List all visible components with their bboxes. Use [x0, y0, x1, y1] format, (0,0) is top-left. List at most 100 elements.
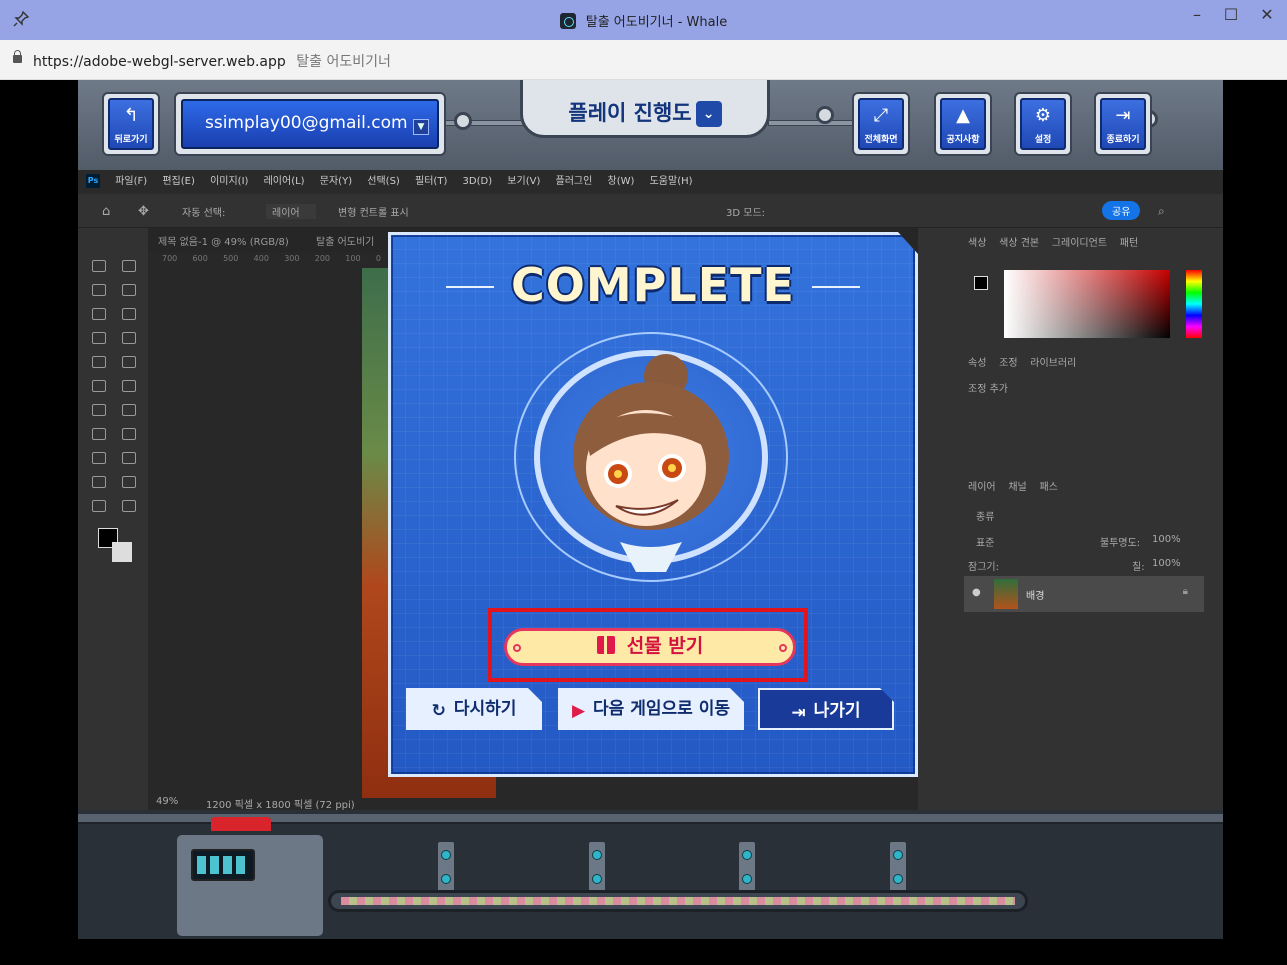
panel-tab[interactable]: 그레이디언트: [1052, 238, 1107, 249]
account-select[interactable]: ssimplay00@gmail.com ▼: [174, 92, 446, 156]
settings-button[interactable]: ⚙ 설정: [1014, 92, 1072, 156]
exit-button[interactable]: ⇥ 나가기: [758, 688, 894, 730]
pen-icon[interactable]: [122, 428, 136, 440]
history-brush-icon[interactable]: [92, 380, 106, 392]
fill-value[interactable]: 100%: [1152, 558, 1181, 569]
red-light: [211, 817, 271, 831]
ps-menu-item[interactable]: 보기(V): [507, 170, 540, 194]
eye-icon[interactable]: ●: [972, 587, 981, 598]
layer-select[interactable]: 레이어: [266, 204, 316, 219]
type-tool-icon[interactable]: [92, 452, 106, 464]
fullscreen-button[interactable]: ⤢ 전체화면: [852, 92, 910, 156]
address-bar[interactable]: https://adobe-webgl-server.web.app 탈출 어도…: [0, 40, 1287, 80]
next-game-button[interactable]: ▶ 다음 게임으로 이동: [558, 688, 744, 730]
background-color-swatch[interactable]: [112, 542, 132, 562]
play-icon: ▶: [571, 701, 586, 721]
auto-select-label[interactable]: 자동 선택:: [182, 204, 225, 219]
layer-name: 배경: [1026, 591, 1045, 602]
zoom-tool-icon[interactable]: [92, 500, 106, 512]
complete-dialog: COMPLETE 선물 받기 ↻ 다시하기 ▶ 다음 게임으로 이동 ⇥ 나가기: [388, 232, 918, 777]
game-hud: ↰ 뒤로가기 ssimplay00@gmail.com ▼ 플레이 진행도 ⌄ ⤢ 전체…: [78, 80, 1223, 170]
bucket-icon[interactable]: [92, 404, 106, 416]
close-button[interactable]: ✕: [1252, 4, 1282, 28]
ps-menu-item[interactable]: 창(W): [608, 170, 635, 194]
show-transform-label[interactable]: 변형 컨트롤 표시: [338, 204, 409, 219]
panel-tab[interactable]: 색상: [968, 238, 986, 249]
opacity-label: 불투명도:: [1100, 538, 1141, 549]
blend-mode[interactable]: 표준: [976, 534, 994, 549]
ps-toolbar: [84, 252, 144, 632]
quit-button[interactable]: ⇥ 종료하기: [1094, 92, 1152, 156]
character-illustration: [573, 354, 729, 572]
mode-3d-label: 3D 모드:: [726, 208, 766, 219]
fg-color-swatch[interactable]: [974, 276, 988, 290]
layer-filter[interactable]: 종류: [976, 508, 994, 523]
chevron-down-icon[interactable]: ⌄: [695, 101, 722, 127]
magic-wand-icon[interactable]: [122, 284, 136, 296]
hue-slider[interactable]: [1186, 270, 1202, 338]
opacity-value[interactable]: 100%: [1152, 534, 1181, 545]
lasso-tool-icon[interactable]: [92, 284, 106, 296]
home-icon[interactable]: ⌂: [102, 204, 110, 219]
panel-tab[interactable]: 레이어: [968, 482, 996, 493]
hand-tool-icon[interactable]: [122, 476, 136, 488]
ps-menu-item[interactable]: 파일(F): [115, 170, 147, 194]
machine: [174, 817, 326, 939]
notice-button[interactable]: ▲ 공지사항: [934, 92, 992, 156]
move-tool-icon[interactable]: ✥: [138, 204, 149, 219]
marquee-tool-icon[interactable]: [122, 260, 136, 272]
frame-tool-icon[interactable]: [122, 308, 136, 320]
hud-pipe: [768, 120, 858, 126]
ps-menu-item[interactable]: 편집(E): [162, 170, 195, 194]
search-icon[interactable]: ⌕: [1158, 204, 1165, 219]
gift-button[interactable]: 선물 받기: [504, 628, 796, 666]
chevron-down-icon[interactable]: ▼: [413, 119, 429, 135]
retry-icon: ↻: [431, 701, 446, 721]
panel-tab[interactable]: 패턴: [1120, 238, 1138, 249]
crop-tool-icon[interactable]: [92, 308, 106, 320]
layer-row[interactable]: ● 배경 🔒︎: [964, 576, 1204, 612]
dialog-title: COMPLETE: [511, 258, 795, 312]
browser-titlebar: 탈출 어도비기너 - Whale – ☐ ✕: [0, 0, 1287, 40]
panel-tab[interactable]: 속성: [968, 358, 986, 369]
minimize-button[interactable]: –: [1182, 4, 1212, 28]
ps-menu-item[interactable]: 플러그인: [556, 170, 593, 194]
maximize-button[interactable]: ☐: [1216, 4, 1246, 28]
doc-tab[interactable]: 탈출 어도비기: [316, 233, 374, 248]
ps-menu-item[interactable]: 선택(S): [367, 170, 400, 194]
panel-tab[interactable]: 라이브러리: [1030, 358, 1076, 369]
ps-menu-item[interactable]: 문자(Y): [320, 170, 352, 194]
photoshop-logo-icon: Ps: [86, 174, 100, 188]
retry-button[interactable]: ↻ 다시하기: [406, 688, 542, 730]
healing-icon[interactable]: [122, 332, 136, 344]
progress-label: 플레이 진행도: [568, 101, 692, 125]
doc-tab[interactable]: 제목 없음-1 @ 49% (RGB/8): [158, 233, 289, 248]
share-button[interactable]: 공유: [1102, 201, 1141, 220]
brush-icon[interactable]: [92, 356, 106, 368]
url-text[interactable]: https://adobe-webgl-server.web.app: [33, 54, 286, 70]
shape-tool-icon[interactable]: [92, 476, 106, 488]
move-tool-icon[interactable]: [92, 260, 106, 272]
lock-icon: 🔒︎: [1182, 586, 1188, 597]
progress-dropdown[interactable]: 플레이 진행도 ⌄: [520, 80, 770, 138]
ps-menu-item[interactable]: 3D(D): [463, 170, 493, 194]
blur-icon[interactable]: [122, 404, 136, 416]
color-picker-field[interactable]: [1004, 270, 1170, 338]
eraser-icon[interactable]: [122, 380, 136, 392]
path-select-icon[interactable]: [122, 452, 136, 464]
ps-menubar: Ps 파일(F) 편집(E) 이미지(I) 레이어(L) 문자(Y) 선택(S)…: [78, 170, 1223, 194]
adjust-add-label: 조정 추가: [968, 384, 1008, 395]
more-tools-icon[interactable]: [122, 500, 136, 512]
ps-menu-item[interactable]: 도움말(H): [650, 170, 693, 194]
panel-tab[interactable]: 조정: [999, 358, 1017, 369]
back-button[interactable]: ↰ 뒤로가기: [102, 92, 160, 156]
eyedropper-icon[interactable]: [92, 332, 106, 344]
panel-tab[interactable]: 채널: [1008, 482, 1026, 493]
ps-menu-item[interactable]: 이미지(I): [210, 170, 248, 194]
ps-menu-item[interactable]: 필터(T): [415, 170, 447, 194]
panel-tab[interactable]: 색상 견본: [999, 238, 1039, 249]
ps-menu-item[interactable]: 레이어(L): [264, 170, 305, 194]
stamp-icon[interactable]: [122, 356, 136, 368]
dodge-icon[interactable]: [92, 428, 106, 440]
panel-tab[interactable]: 패스: [1039, 482, 1057, 493]
